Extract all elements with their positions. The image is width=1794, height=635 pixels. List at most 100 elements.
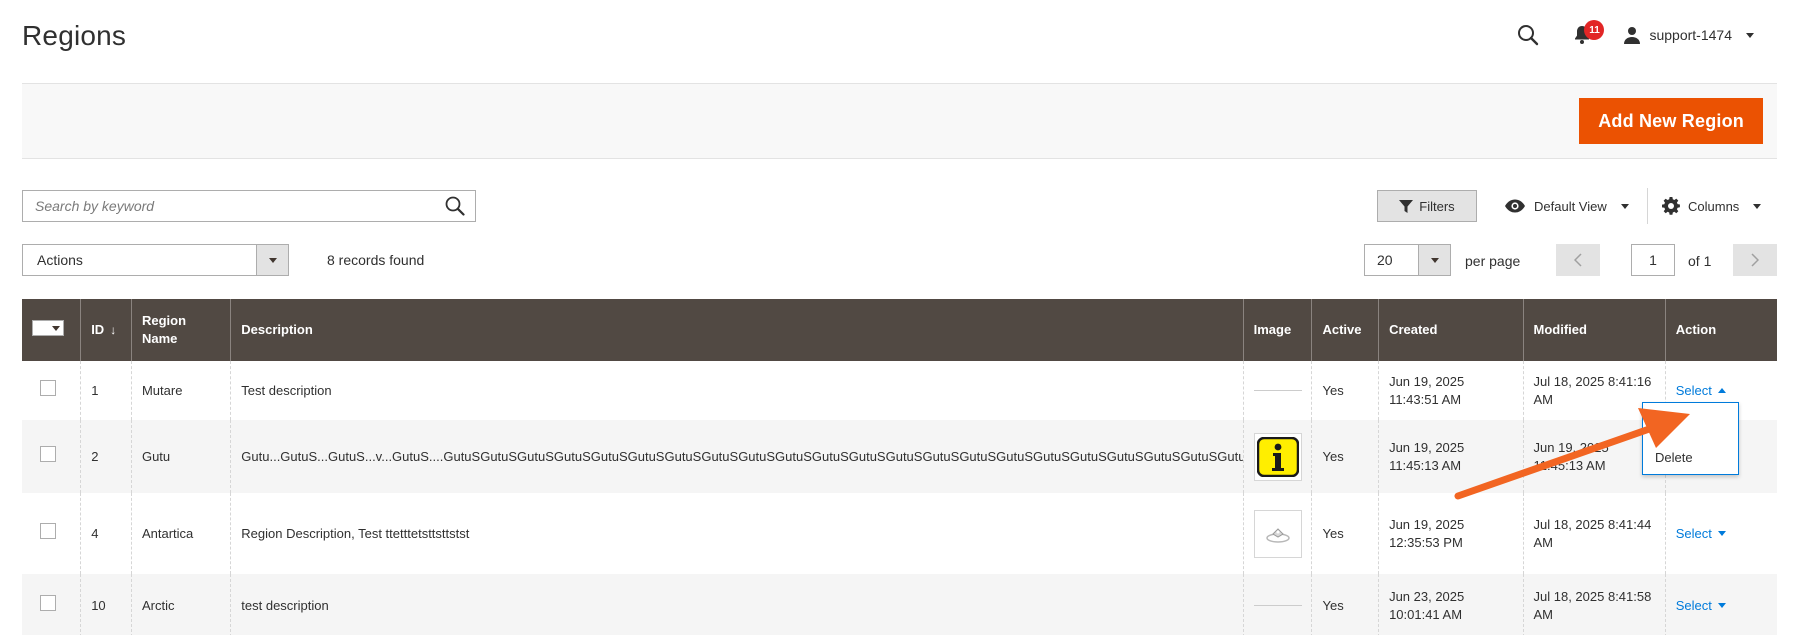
toolbar-divider <box>1647 188 1648 224</box>
per-page-value: 20 <box>1377 252 1393 268</box>
sort-arrow-icon: ↓ <box>110 323 117 337</box>
current-page-input[interactable]: 1 <box>1631 244 1675 276</box>
row-modified: Jul 18, 2025 8:41:44 AM <box>1522 493 1666 574</box>
default-view-dropdown[interactable]: Default View <box>1504 190 1629 222</box>
row-region-name: Gutu <box>130 420 231 493</box>
row-checkbox[interactable] <box>40 523 56 539</box>
column-header-region-name[interactable]: Region Name <box>130 299 231 361</box>
column-header-description[interactable]: Description <box>230 299 1244 361</box>
page-actions-bar: Add New Region <box>22 83 1777 159</box>
row-description: Gutu...GutuS...GutuS...v...GutuS....Gutu… <box>230 420 1244 493</box>
row-region-name: Antartica <box>130 493 231 574</box>
row-checkbox[interactable] <box>40 446 56 462</box>
image-placeholder <box>1253 390 1302 391</box>
table-row: 1 Mutare Test description Yes Jun 19, 20… <box>22 361 1777 420</box>
chevron-down-icon <box>49 321 63 335</box>
notifications-bell-icon[interactable]: 11 <box>1567 20 1605 50</box>
row-active: Yes <box>1311 493 1379 574</box>
row-active: Yes <box>1311 361 1379 420</box>
row-region-name: Mutare <box>130 361 231 420</box>
row-active: Yes <box>1311 574 1379 635</box>
gear-icon <box>1662 197 1680 215</box>
filter-funnel-icon <box>1399 199 1414 213</box>
columns-dropdown[interactable]: Columns <box>1662 190 1762 222</box>
row-created: Jun 19, 2025 11:45:13 AM <box>1378 420 1524 493</box>
mass-actions-select[interactable]: Actions <box>22 244 289 276</box>
default-view-label: Default View <box>1534 198 1607 214</box>
row-image-cell <box>1242 574 1312 635</box>
mass-select-checkbox[interactable] <box>32 320 64 336</box>
row-id: 1 <box>80 361 132 420</box>
chevron-down-icon <box>1753 203 1762 209</box>
search-input[interactable] <box>23 191 435 221</box>
row-action-select[interactable]: Select <box>1676 525 1726 543</box>
records-found-count: 8 records found <box>327 252 425 268</box>
page-title: Regions <box>22 20 127 51</box>
filters-button[interactable]: Filters <box>1377 190 1477 222</box>
row-id: 10 <box>80 574 132 635</box>
column-header-image: Image <box>1242 299 1312 361</box>
previous-page-button[interactable] <box>1556 244 1600 276</box>
image-placeholder <box>1253 605 1302 606</box>
header-actions: 11 support-1474 <box>1513 20 1754 50</box>
row-checkbox[interactable] <box>40 380 56 396</box>
chevron-down-icon <box>1418 245 1450 275</box>
row-action-select[interactable]: Select <box>1676 382 1726 400</box>
regions-grid: ID ↓ Region Name Description Image Active… <box>22 299 1777 635</box>
row-created: Jun 23, 2025 10:01:41 AM <box>1378 574 1524 635</box>
column-header-active[interactable]: Active <box>1311 299 1379 361</box>
chevron-up-icon <box>1717 388 1726 393</box>
row-id: 4 <box>80 493 132 574</box>
column-header-created[interactable]: Created <box>1378 299 1524 361</box>
eye-icon <box>1505 199 1525 213</box>
product-photo-thumbnail[interactable] <box>1253 509 1302 558</box>
username-label: support-1474 <box>1649 27 1732 43</box>
row-description: test description <box>230 574 1244 635</box>
row-region-name: Arctic <box>130 574 231 635</box>
row-modified: Jul 18, 2025 8:41:58 AM <box>1522 574 1666 635</box>
info-icon-thumbnail[interactable] <box>1253 432 1302 481</box>
keyword-search-field <box>22 190 476 222</box>
row-created: Jun 19, 2025 12:35:53 PM <box>1378 493 1524 574</box>
chevron-down-icon <box>256 245 288 275</box>
row-action-select[interactable]: Select <box>1676 597 1726 615</box>
table-row: 4 Antartica Region Description, Test tte… <box>22 493 1777 574</box>
chevron-down-icon <box>1717 531 1726 536</box>
add-new-region-button[interactable]: Add New Region <box>1579 98 1763 144</box>
user-menu[interactable]: support-1474 <box>1623 26 1754 44</box>
table-header-row: ID ↓ Region Name Description Image Active… <box>22 299 1777 361</box>
delete-menu-item[interactable]: Delete <box>1643 439 1738 475</box>
chevron-down-icon <box>1746 32 1754 38</box>
row-image-cell <box>1242 361 1312 420</box>
row-image-cell <box>1242 493 1312 574</box>
user-icon <box>1624 27 1641 44</box>
mass-select-header[interactable] <box>22 299 81 361</box>
row-checkbox[interactable] <box>40 595 56 611</box>
total-pages-label: of 1 <box>1688 253 1712 269</box>
filters-label: Filters <box>1419 198 1455 214</box>
row-active: Yes <box>1311 420 1379 493</box>
edit-menu-item[interactable]: Edit <box>1643 403 1738 439</box>
row-action-menu: Edit Delete <box>1642 402 1739 475</box>
row-created: Jun 19, 2025 11:43:51 AM <box>1378 361 1524 420</box>
chevron-left-icon <box>1574 253 1582 267</box>
per-page-select[interactable]: 20 <box>1364 244 1451 276</box>
column-header-action: Action <box>1664 299 1777 361</box>
chevron-down-icon <box>1717 603 1726 608</box>
row-id: 2 <box>80 420 132 493</box>
next-page-button[interactable] <box>1733 244 1777 276</box>
chevron-right-icon <box>1751 253 1759 267</box>
chevron-down-icon <box>1620 203 1629 209</box>
table-row: 2 Gutu Gutu...GutuS...GutuS...v...GutuS.… <box>22 420 1777 493</box>
search-submit-icon[interactable] <box>435 191 475 221</box>
per-page-label: per page <box>1465 253 1521 269</box>
mass-actions-label: Actions <box>37 252 83 268</box>
global-search-icon[interactable] <box>1513 20 1543 50</box>
column-header-id[interactable]: ID ↓ <box>80 299 132 361</box>
notification-count-badge: 11 <box>1584 20 1605 40</box>
table-row: 10 Arctic test description Yes Jun 23, 2… <box>22 574 1777 635</box>
columns-label: Columns <box>1688 198 1740 214</box>
column-header-modified[interactable]: Modified <box>1522 299 1666 361</box>
row-description: Test description <box>230 361 1244 420</box>
row-image-cell <box>1242 420 1312 493</box>
